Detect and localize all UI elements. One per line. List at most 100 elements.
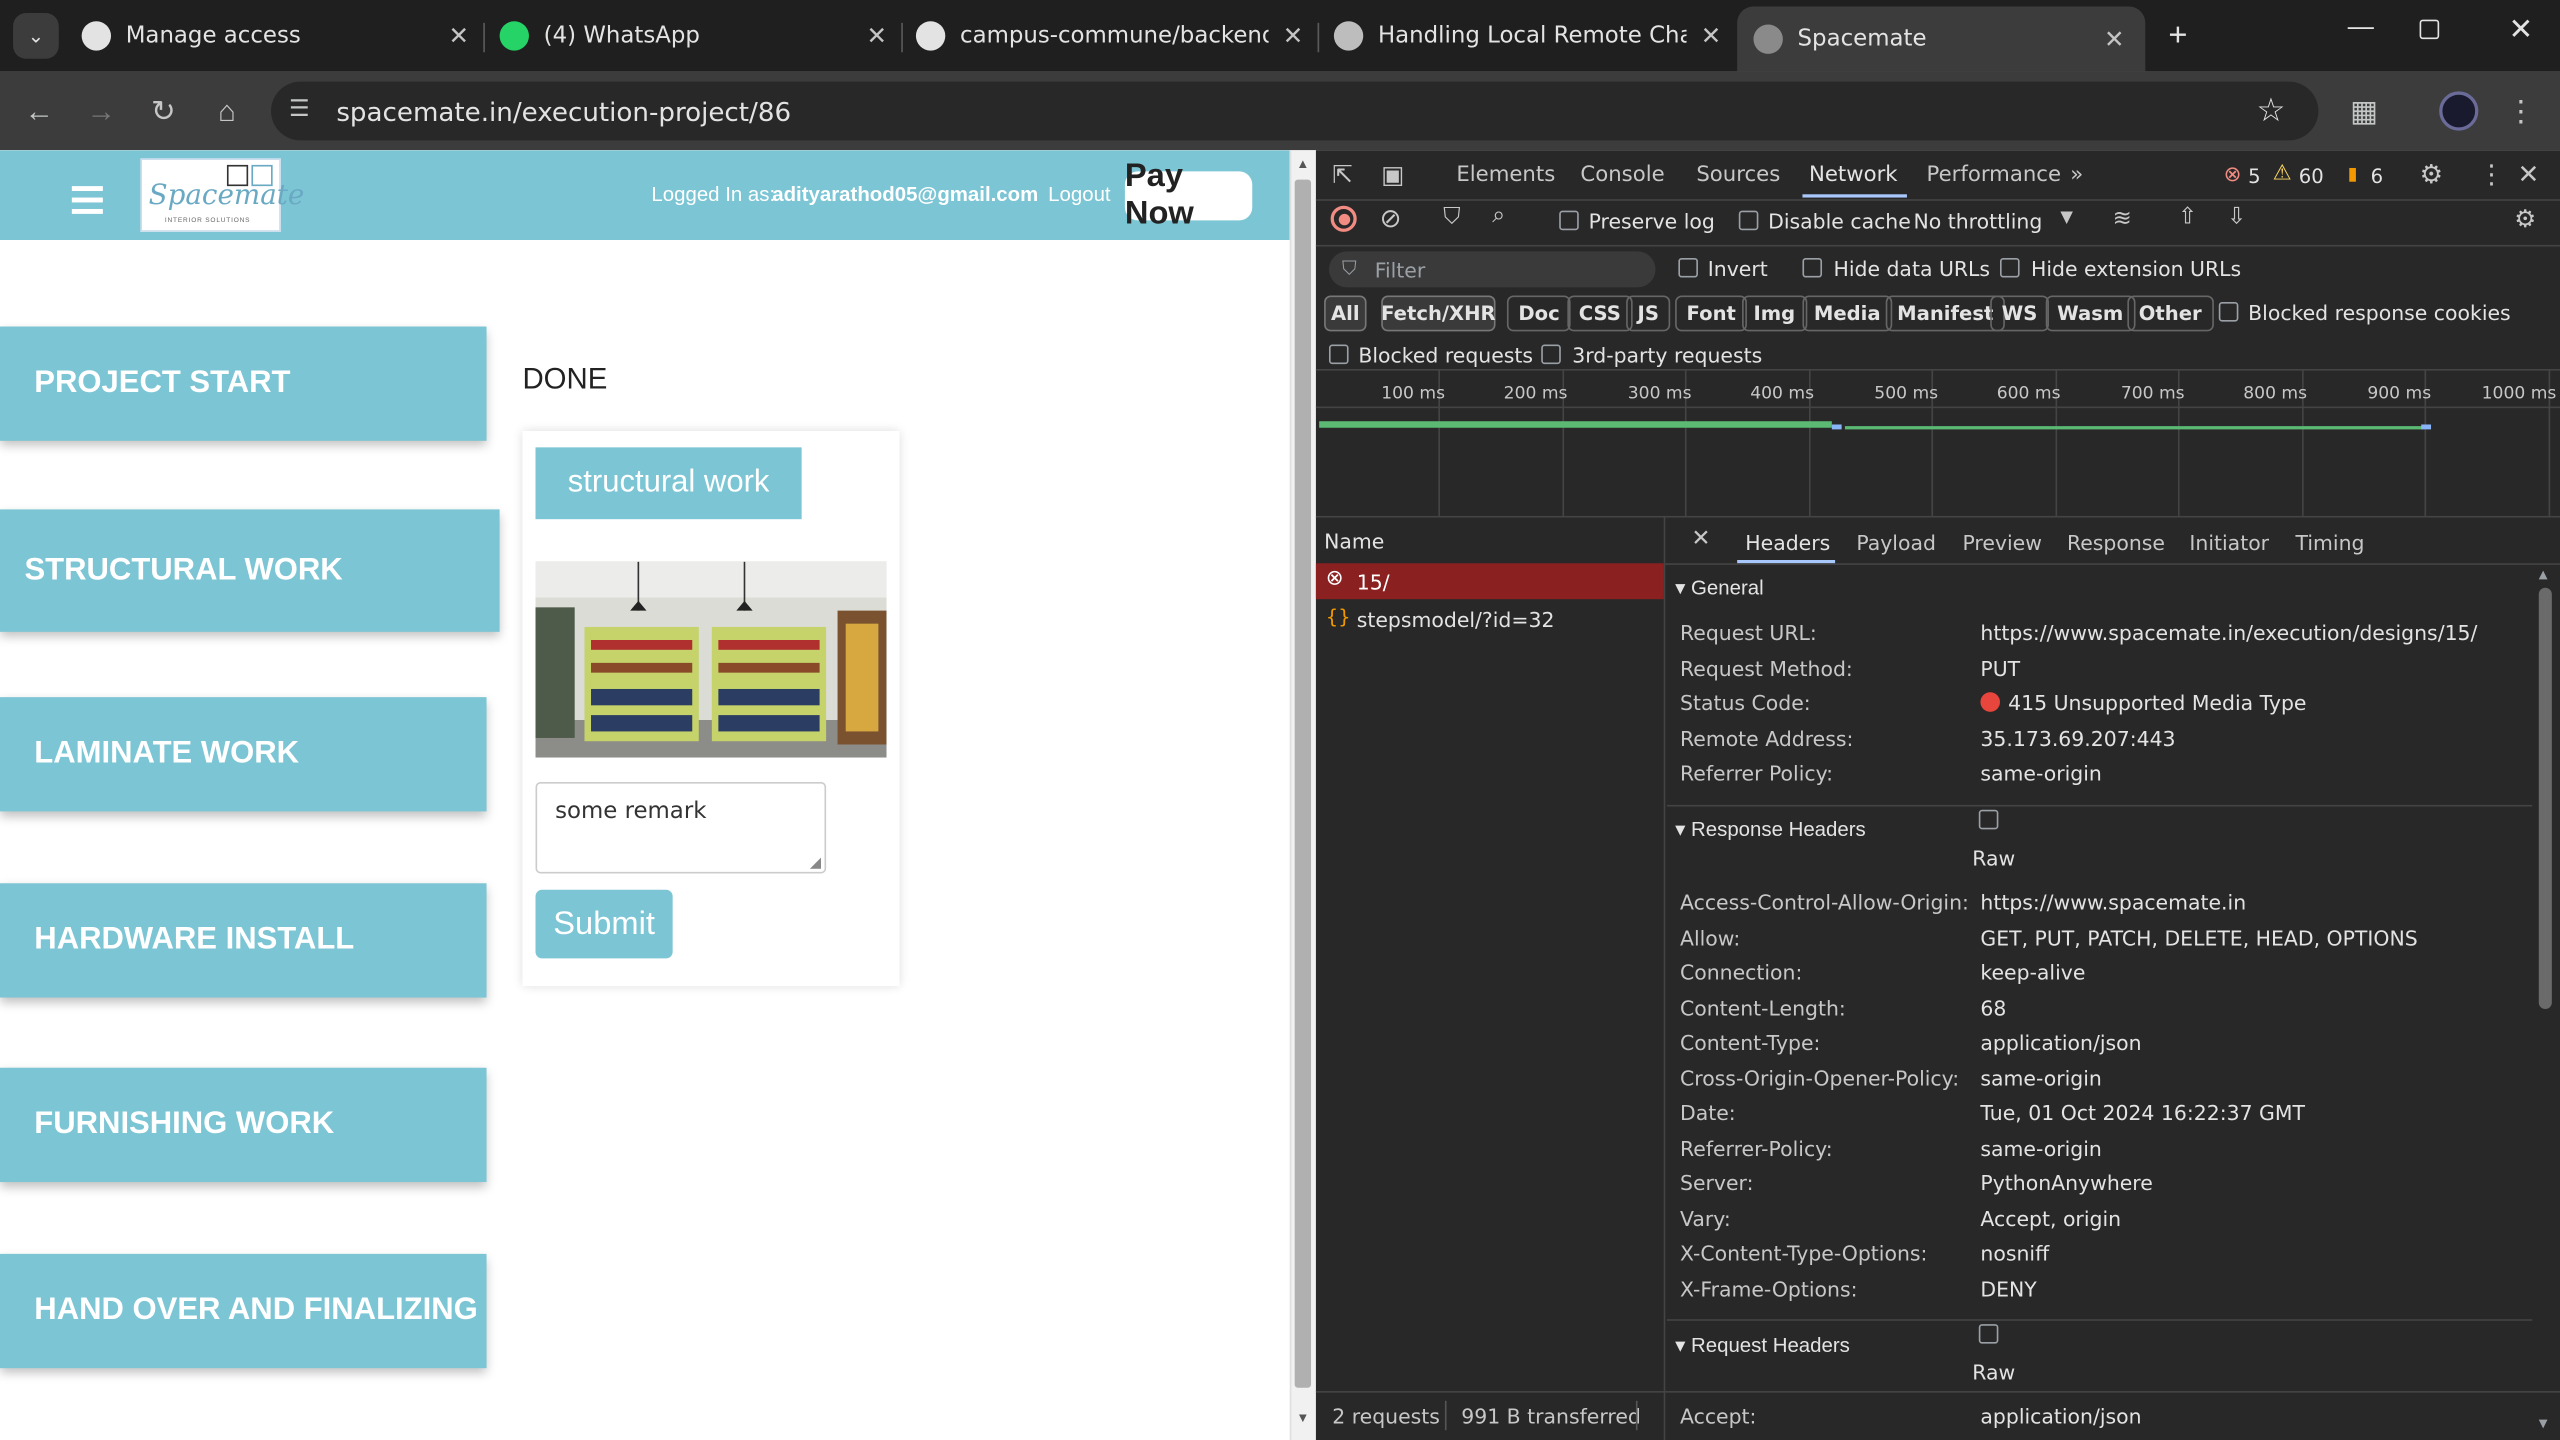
stage-hand-over[interactable]: HAND OVER AND FINALIZING [0,1253,487,1369]
address-bar[interactable]: ☰ spacemate.in/execution-project/86 ☆ [271,81,2319,141]
filter-fetch-xhr[interactable]: Fetch/XHR [1381,295,1496,332]
error-icon[interactable]: ⊗ [2224,163,2242,187]
response-raw-checkbox[interactable] [1978,809,1999,830]
detail-tab-response[interactable]: Response [2067,531,2165,555]
response-headers-toggle[interactable]: ▾ Response Headers [1675,816,1866,841]
detail-scrollbar[interactable]: ▲ ▼ [2534,565,2557,1434]
logout-link[interactable]: Logout [1048,183,1110,206]
stage-project-start[interactable]: PROJECT START [0,326,487,441]
header-value[interactable]: Accept, origin [1980,1206,2121,1230]
resize-handle-icon[interactable]: ◢ [810,854,821,872]
inspect-element-icon[interactable]: ⇱ [1332,160,1353,189]
header-value[interactable]: nosniff [1980,1241,2049,1265]
header-value[interactable]: DENY [1980,1276,2036,1300]
back-icon[interactable]: ← [16,88,62,134]
filter-ws[interactable]: WS [1990,295,2049,332]
close-detail-icon[interactable]: ✕ [1691,526,1710,552]
home-icon[interactable]: ⌂ [204,88,250,134]
header-value[interactable]: 68 [1980,995,2006,1019]
general-section-toggle[interactable]: ▾ General [1675,575,1764,599]
header-value[interactable]: same-origin [1980,1136,2101,1160]
header-value[interactable]: 35.173.69.207:443 [1980,726,2175,750]
stage-structural-work[interactable]: STRUCTURAL WORK [0,509,500,632]
settings-gear-icon[interactable]: ⚙ [2420,158,2443,189]
stage-hardware-install[interactable]: HARDWARE INSTALL [0,883,487,998]
header-value[interactable]: Tue, 01 Oct 2024 16:22:37 GMT [1980,1100,2305,1124]
tab-elements[interactable]: Elements [1456,163,1555,187]
stage-furnishing-work[interactable]: FURNISHING WORK [0,1067,487,1183]
devtools-menu-icon[interactable]: ⋮ [2478,158,2504,189]
header-value[interactable]: 415 Unsupported Media Type [2008,691,2306,715]
network-settings-icon[interactable]: ⚙ [2514,204,2536,233]
detail-tab-preview[interactable]: Preview [1962,531,2041,555]
extensions-icon[interactable]: ▦ [2341,88,2387,134]
import-har-icon[interactable]: ⇧ [2178,204,2197,230]
tab-manage-access[interactable]: Manage access ✕ [81,10,474,62]
filter-css[interactable]: CSS [1567,295,1633,332]
header-value[interactable]: same-origin [1980,761,2101,785]
hide-extension-urls-checkbox[interactable] [1999,257,2020,278]
close-icon[interactable]: ✕ [444,21,473,50]
tab-whatsapp[interactable]: (4) WhatsApp ✕ [499,10,892,62]
close-icon[interactable]: ✕ [1696,21,1725,50]
device-toolbar-icon[interactable]: ▣ [1381,160,1404,189]
scroll-down-arrow[interactable]: ▼ [1296,1411,1309,1426]
request-headers-toggle[interactable]: ▾ Request Headers [1675,1332,1850,1357]
detail-tab-payload[interactable]: Payload [1856,531,1936,555]
site-info-icon[interactable]: ☰ [289,95,310,123]
header-value[interactable]: same-origin [1980,1065,2101,1089]
header-value[interactable]: https://www.spacemate.in/execution/desig… [1980,620,2477,644]
request-row[interactable]: ⊗ 15/ [1315,563,1664,600]
profile-avatar[interactable] [2439,91,2479,131]
warning-icon[interactable]: ⚠ [2273,162,2292,186]
invert-checkbox[interactable] [1678,257,1698,278]
header-value[interactable]: GET, PUT, PATCH, DELETE, HEAD, OPTIONS [1980,925,2417,949]
blocked-requests-checkbox[interactable] [1328,344,1349,365]
filter-js[interactable]: JS [1626,295,1671,332]
tab-console[interactable]: Console [1580,163,1664,187]
scroll-thumb[interactable] [1294,179,1312,1388]
close-icon[interactable]: ✕ [862,21,891,50]
header-value[interactable]: PythonAnywhere [1980,1171,2152,1195]
filter-other[interactable]: Other [2127,295,2214,332]
forward-icon[interactable]: → [78,88,124,134]
record-icon[interactable] [1330,205,1357,232]
request-raw-checkbox[interactable] [1978,1324,1999,1344]
export-har-icon[interactable]: ⇩ [2227,204,2246,230]
submit-button[interactable]: Submit [535,889,673,959]
scroll-thumb[interactable] [2538,587,2552,1009]
clear-icon[interactable]: ⊘ [1380,202,1402,233]
filter-wasm[interactable]: Wasm [2045,295,2135,332]
close-window-button[interactable]: ✕ [2501,13,2540,47]
remark-textarea[interactable]: some remark ◢ [535,782,827,874]
network-conditions-icon[interactable]: ≋ [2113,206,2132,232]
disable-cache-checkbox[interactable] [1738,210,1759,231]
filter-font[interactable]: Font [1675,295,1748,332]
bookmark-star-icon[interactable]: ☆ [2256,90,2285,131]
name-column-header[interactable]: Name [1324,529,1384,553]
tab-sources[interactable]: Sources [1696,163,1780,187]
detail-tab-initiator[interactable]: Initiator [2189,531,2269,555]
new-tab-button[interactable]: + [2158,16,2197,55]
tab-performance[interactable]: Performance [1927,163,2062,187]
header-value[interactable]: application/json [1980,1030,2141,1054]
search-icon[interactable]: ⌕ [1492,202,1505,228]
page-scrollbar[interactable]: ▲ ▼ [1289,150,1316,1440]
close-icon[interactable]: ✕ [2100,24,2129,53]
detail-tab-headers[interactable]: Headers [1745,531,1830,555]
chevron-down-icon[interactable]: ▼ [2060,209,2073,227]
filter-all[interactable]: All [1324,295,1367,332]
throttling-select[interactable]: No throttling [1913,209,2042,233]
more-tabs-icon[interactable]: » [2070,163,2083,187]
header-value[interactable]: PUT [1980,656,2020,680]
filter-img[interactable]: Img [1742,295,1807,332]
filter-media[interactable]: Media [1802,295,1893,332]
header-value[interactable]: keep-alive [1980,960,2085,984]
third-party-checkbox[interactable] [1541,344,1561,365]
filter-doc[interactable]: Doc [1506,295,1572,332]
scroll-down-arrow[interactable]: ▼ [2539,1417,2548,1430]
close-icon[interactable]: ✕ [1278,21,1307,50]
spacemate-logo[interactable]: Spacemate INTERIOR SOLUTIONS [140,158,304,232]
menu-icon[interactable] [71,186,103,220]
close-devtools-icon[interactable]: ✕ [2518,158,2540,189]
